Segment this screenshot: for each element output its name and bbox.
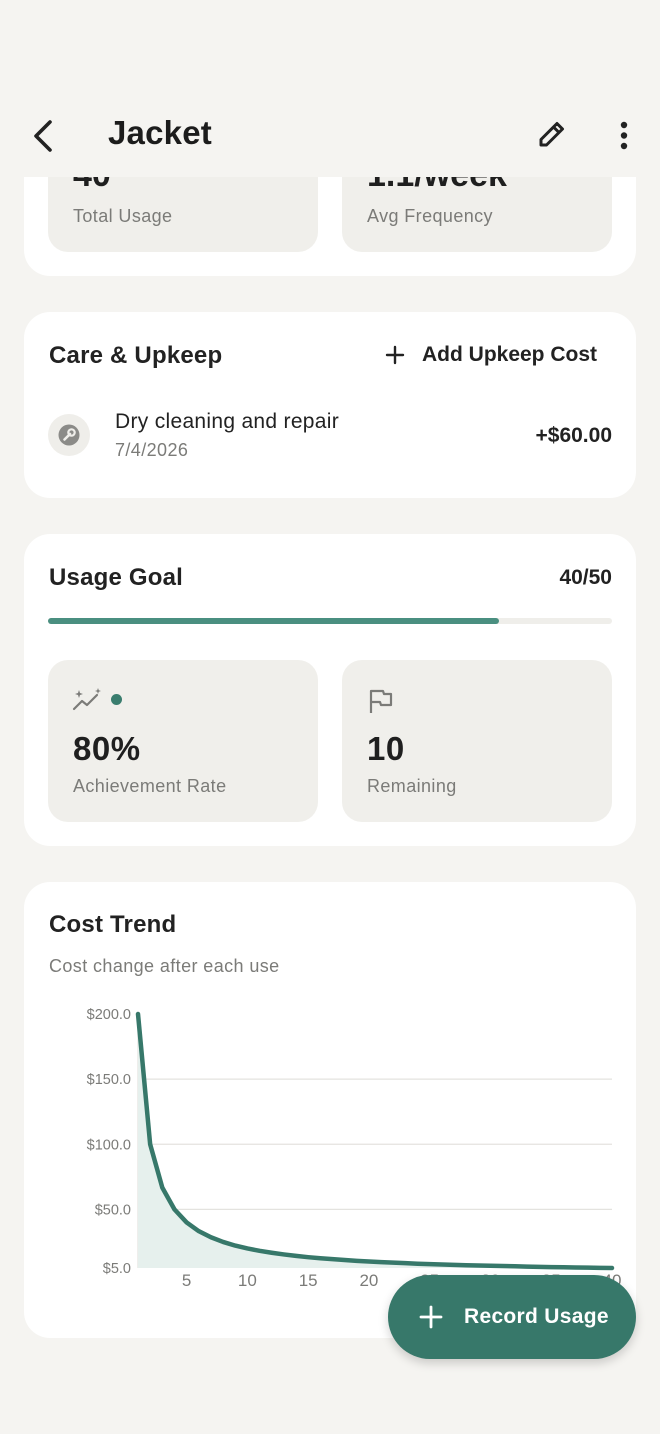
flag-icon bbox=[369, 689, 393, 713]
remaining-label: Remaining bbox=[367, 776, 457, 796]
x-tick-label: 10 bbox=[238, 1271, 257, 1290]
x-tick-label: 20 bbox=[359, 1271, 378, 1290]
achievement-rate-value: 80% bbox=[73, 730, 141, 767]
x-tick-label: 15 bbox=[299, 1271, 318, 1290]
record-usage-button[interactable]: Record Usage bbox=[388, 1275, 636, 1359]
cost-trend-card: Cost Trend Cost change after each use $2… bbox=[24, 882, 636, 1338]
achievement-rate-tile: 80% Achievement Rate bbox=[48, 660, 318, 822]
more-options-button[interactable] bbox=[606, 116, 642, 156]
total-usage-label: Total Usage bbox=[73, 206, 173, 226]
upkeep-date: 7/4/2026 bbox=[115, 440, 189, 460]
edit-button[interactable] bbox=[534, 116, 570, 152]
care-upkeep-card: Care & Upkeep Add Upkeep Cost Dry cleani… bbox=[24, 312, 636, 498]
item-detail-screen: 40 Total Usage 1.1/week Avg Frequency Ja… bbox=[0, 0, 660, 1434]
cost-trend-chart: $200.0$150.0$100.0$50.0$5.05101520253035… bbox=[87, 1007, 622, 1290]
care-upkeep-title: Care & Upkeep bbox=[49, 342, 223, 369]
sparkle-trend-icon bbox=[72, 688, 101, 711]
record-usage-label: Record Usage bbox=[464, 1305, 609, 1328]
usage-goal-count: 40/50 bbox=[559, 566, 612, 589]
series-line bbox=[135, 1011, 615, 1271]
usage-goal-card: Usage Goal 40/50 80% Achievement Rate 10… bbox=[24, 534, 636, 846]
add-upkeep-cost-label: Add Upkeep Cost bbox=[422, 343, 598, 366]
usage-goal-title: Usage Goal bbox=[49, 564, 184, 591]
app-header: Jacket bbox=[0, 0, 660, 177]
plus-icon bbox=[385, 345, 405, 365]
page-title: Jacket bbox=[108, 114, 212, 151]
y-tick-label: $200.0 bbox=[87, 1007, 131, 1023]
wrench-icon bbox=[58, 424, 80, 446]
usage-goal-progress-fill bbox=[48, 618, 500, 624]
more-vertical-icon bbox=[620, 121, 628, 150]
status-dot bbox=[111, 694, 122, 705]
x-tick-label: 5 bbox=[182, 1271, 191, 1290]
back-button[interactable] bbox=[26, 116, 62, 156]
add-upkeep-cost-button[interactable]: Add Upkeep Cost bbox=[384, 340, 597, 370]
upkeep-name: Dry cleaning and repair bbox=[115, 410, 340, 433]
y-tick-label: $5.0 bbox=[103, 1261, 131, 1277]
y-tick-label: $100.0 bbox=[87, 1137, 131, 1153]
achievement-rate-label: Achievement Rate bbox=[73, 776, 227, 796]
y-tick-label: $150.0 bbox=[87, 1072, 131, 1088]
pencil-icon bbox=[539, 122, 564, 147]
y-tick-label: $50.0 bbox=[95, 1202, 131, 1218]
remaining-value: 10 bbox=[367, 730, 405, 767]
chevron-left-icon bbox=[34, 120, 52, 152]
upkeep-icon-badge bbox=[48, 414, 90, 456]
upkeep-amount: +$60.00 bbox=[535, 424, 613, 447]
plus-icon bbox=[419, 1305, 443, 1329]
avg-frequency-label: Avg Frequency bbox=[367, 206, 493, 226]
usage-goal-progress-bar bbox=[48, 618, 612, 624]
remaining-tile: 10 Remaining bbox=[342, 660, 612, 822]
series-area bbox=[138, 1014, 612, 1268]
